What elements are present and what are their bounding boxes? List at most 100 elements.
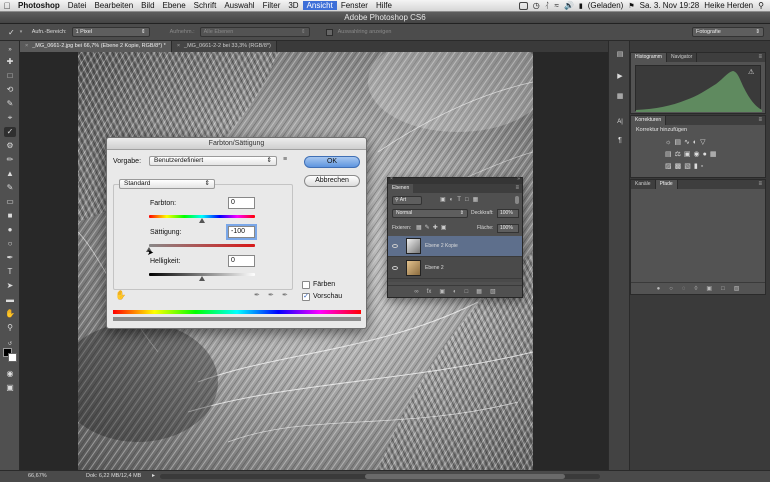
bluetooth-icon[interactable]: ᛮ [545, 1, 550, 10]
levels-icon[interactable]: ▤ [674, 139, 684, 146]
menu-schrift[interactable]: Schrift [190, 1, 221, 10]
horizontal-scrollbar[interactable] [160, 474, 600, 479]
saturation-input[interactable]: -100 [228, 226, 255, 238]
background-color-swatch[interactable] [8, 353, 17, 362]
preview-checkbox[interactable]: ✓ [302, 293, 310, 301]
preset-options-icon[interactable]: ≡ [283, 156, 287, 163]
brush-tool-icon[interactable]: ✏ [4, 155, 16, 165]
new-group-icon[interactable]: □ [465, 289, 469, 295]
menu-3d[interactable]: 3D [284, 1, 302, 10]
menu-datei[interactable]: Datei [64, 1, 91, 10]
make-path-icon[interactable]: ◊ [694, 286, 697, 292]
lock-image-icon[interactable]: ✎ [425, 225, 433, 231]
curves-icon[interactable]: ∿ [684, 139, 693, 146]
clock-icon[interactable]: ◷ [533, 1, 540, 10]
actions-panel-icon[interactable]: ▶ [614, 71, 626, 82]
paragraph-panel-icon[interactable]: ¶ [614, 135, 626, 146]
panel-menu-icon[interactable]: ≡ [758, 53, 765, 62]
close-icon[interactable]: × [25, 43, 28, 49]
workspace-select[interactable]: Fotografie ⇕ [692, 27, 764, 37]
stroke-path-icon[interactable]: ○ [669, 286, 673, 292]
menu-app[interactable]: Photoshop [14, 1, 64, 10]
character-panel-icon[interactable]: A| [614, 117, 626, 128]
tool-preset-chevron-icon[interactable]: ▾ [20, 29, 27, 35]
targeted-adjust-hand-icon[interactable]: ✋ [115, 290, 126, 301]
lock-transparent-icon[interactable]: ▦ [416, 225, 425, 231]
opacity-field[interactable]: 100% [497, 209, 519, 218]
tab-korrekturen[interactable]: Korrekturen [631, 116, 667, 125]
warning-icon[interactable]: ⚠ [748, 68, 754, 76]
document-size[interactable]: Dok: 6,22 MB/12,4 MB [86, 471, 141, 482]
panel-menu-icon[interactable]: ≡ [758, 180, 765, 189]
spotlight-icon[interactable]: ⚲ [758, 1, 764, 10]
filter-smart-icon[interactable]: ▦ [473, 197, 483, 203]
pen-tool-icon[interactable]: ✒ [4, 253, 16, 263]
menu-ansicht[interactable]: Ansicht [302, 1, 337, 10]
threshold-icon[interactable]: ▧ [684, 163, 694, 170]
eyedropper-icon[interactable]: ✒ [254, 291, 260, 299]
tab-navigator[interactable]: Navigator [667, 53, 698, 62]
shape-tool-icon[interactable]: ▬ [4, 295, 16, 305]
lock-position-icon[interactable]: ✚ [433, 225, 441, 231]
wifi-icon[interactable]: ≈ [555, 1, 559, 10]
status-app-icon[interactable] [518, 1, 528, 10]
path-select-tool-icon[interactable]: ➤ [4, 281, 16, 291]
posterize-icon[interactable]: ▩ [675, 163, 685, 170]
zoom-level[interactable]: 66,67% [28, 471, 47, 482]
scrollbar-thumb[interactable] [365, 474, 565, 479]
new-layer-icon[interactable]: ▦ [476, 288, 482, 295]
menu-auswahl[interactable]: Auswahl [220, 1, 258, 10]
fill-path-icon[interactable]: ● [657, 286, 661, 292]
marquee-tool-icon[interactable]: □ [4, 71, 16, 81]
bw-icon[interactable]: ▣ [684, 151, 694, 158]
menu-ebene[interactable]: Ebene [159, 1, 190, 10]
tab-histogramm[interactable]: Histogramm [631, 53, 667, 62]
channel-mixer-icon[interactable]: ● [703, 151, 710, 158]
eyedropper-tool-icon[interactable]: ✓ [4, 127, 16, 137]
crop-tool-icon[interactable]: ⌖ [4, 113, 16, 123]
selective-color-icon[interactable]: ▫ [701, 163, 706, 170]
history-brush-tool-icon[interactable]: ✎ [4, 183, 16, 193]
properties-panel-icon[interactable]: ▦ [614, 91, 626, 102]
preset-select[interactable]: Benutzerdefiniert ⇕ [149, 156, 277, 166]
quick-mask-icon[interactable]: ◉ [4, 369, 16, 379]
volume-icon[interactable]: 🔊 [564, 1, 574, 10]
menu-fenster[interactable]: Fenster [337, 1, 372, 10]
menu-filter[interactable]: Filter [259, 1, 285, 10]
channel-select[interactable]: Standard ⇕ [119, 179, 215, 189]
collapse-icon[interactable]: » [517, 176, 520, 182]
color-balance-icon[interactable]: ⚖ [675, 151, 684, 158]
close-icon[interactable]: × [177, 43, 180, 49]
move-tool-icon[interactable]: ✚ [4, 57, 16, 67]
hue-input[interactable]: 0 [228, 197, 255, 209]
battery-icon[interactable]: ▮ [579, 2, 583, 10]
layer-name[interactable]: Ebene 2 [425, 258, 444, 279]
zoom-tool-icon[interactable]: ⚲ [4, 323, 16, 333]
new-path-icon[interactable]: □ [721, 286, 725, 292]
add-mask-icon[interactable]: ▣ [439, 288, 445, 295]
saturation-slider-track[interactable] [149, 244, 255, 247]
eyedropper-plus-icon[interactable]: ✒ [268, 291, 274, 299]
filter-pixel-icon[interactable]: ▣ [440, 197, 450, 203]
layers-panel-title[interactable]: Ebenen [388, 184, 414, 193]
sample-select[interactable]: Alle Ebenen ⇕ [199, 27, 310, 37]
panel-menu-icon[interactable]: ≡ [758, 116, 765, 125]
eyedropper-tool-icon[interactable]: ✓ [8, 28, 15, 37]
layer-row-ebene-2[interactable]: Ebene 2 [388, 258, 522, 279]
menubar-user[interactable]: Heike Herden [704, 1, 753, 10]
ok-button[interactable]: OK [304, 156, 360, 168]
fill-field[interactable]: 100% [497, 224, 519, 233]
gradient-map-icon[interactable]: ▮ [694, 163, 701, 170]
filter-type-icon[interactable]: T [457, 197, 465, 203]
lightness-slider-thumb[interactable] [199, 276, 205, 281]
hand-tool-icon[interactable]: ✋ [4, 309, 16, 319]
blur-tool-icon[interactable]: ● [4, 225, 16, 235]
blend-mode-select[interactable]: Normal ⇕ [392, 209, 468, 218]
gradient-tool-icon[interactable]: ■ [4, 211, 16, 221]
flag-icon[interactable]: ⚑ [628, 2, 634, 10]
quick-select-tool-icon[interactable]: ✎ [4, 99, 16, 109]
layer-name[interactable]: Ebene 2 Kopie [425, 236, 458, 257]
lightness-input[interactable]: 0 [228, 255, 255, 267]
ring-checkbox[interactable] [325, 28, 333, 36]
vibrance-icon[interactable]: ▽ [700, 139, 708, 146]
